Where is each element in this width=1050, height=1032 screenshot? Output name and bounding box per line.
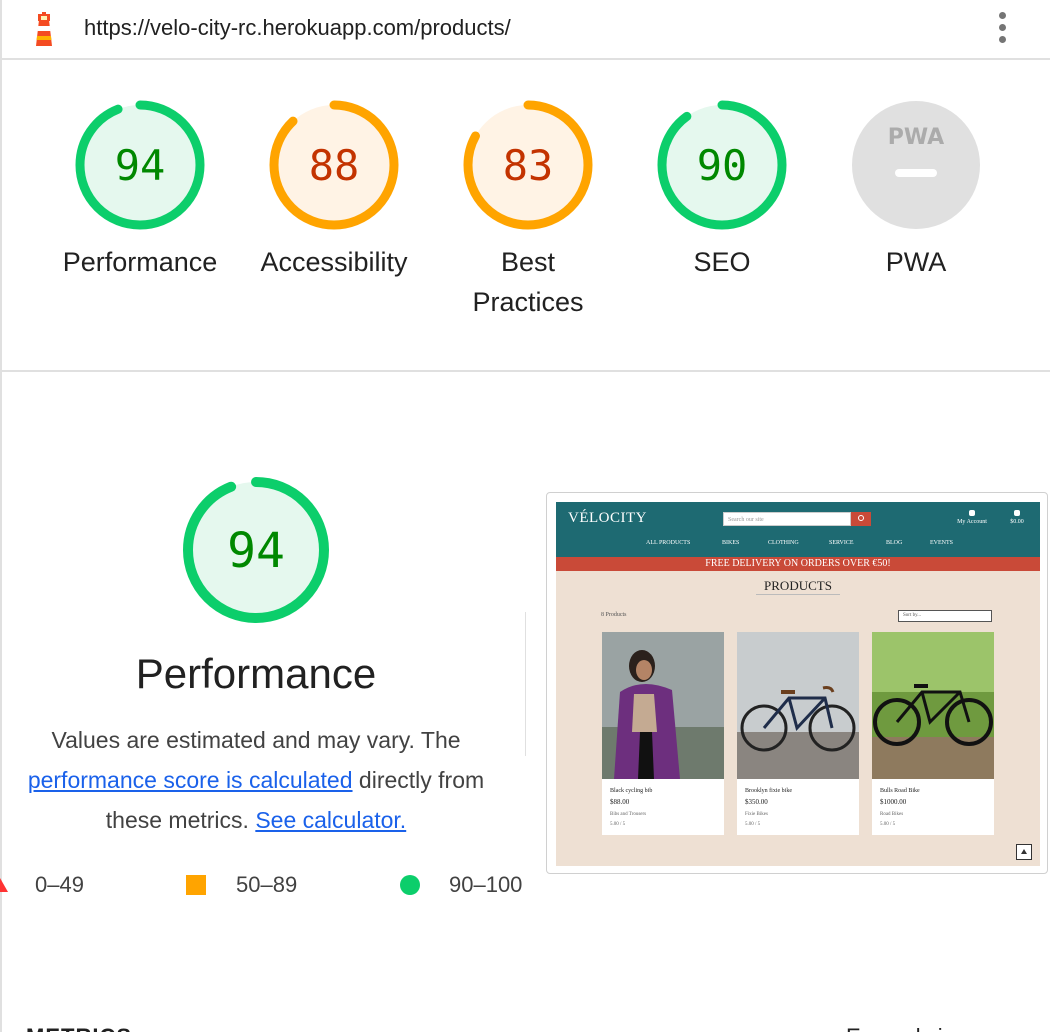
product-image <box>602 632 724 779</box>
gauge-label: SEO <box>693 247 751 277</box>
gauge-best-practices[interactable]: 83 Best Practices <box>431 100 625 322</box>
expand-view-toggle[interactable]: Expand view <box>846 1024 971 1032</box>
search-icon <box>851 512 871 526</box>
best-practices-gauge-ring: 83 <box>463 100 593 230</box>
pwa-badge-icon: PWA <box>852 101 980 229</box>
performance-section: 94 Performance Values are estimated and … <box>0 372 520 932</box>
gauge-score: 88 <box>309 141 360 190</box>
nav-item: CLOTHING <box>768 540 799 546</box>
user-icon <box>969 510 975 516</box>
metrics-header: METRICS Expand view <box>0 1018 1050 1032</box>
report-url: https://velo-city-rc.herokuapp.com/produ… <box>84 15 511 40</box>
title-rule <box>756 594 840 595</box>
product-count: 8 Products <box>601 612 627 618</box>
gauge-performance[interactable]: 94 Performance <box>43 100 237 282</box>
gauge-label: Best Practices <box>472 247 584 317</box>
product-category: Road Bikes <box>880 812 904 817</box>
product-image <box>737 632 859 779</box>
gauge-score: 94 <box>115 141 166 190</box>
more-options-icon[interactable] <box>990 12 1014 48</box>
product-rating: 5.00 / 5 <box>745 822 761 827</box>
nav-item: SERVICE <box>829 540 854 546</box>
see-calculator-link[interactable]: See calculator. <box>255 807 406 833</box>
gauge-score: 90 <box>697 141 748 190</box>
product-card: Brooklyn fixie bike $350.00 Fixie Bikes … <box>737 632 859 835</box>
gauge-seo[interactable]: 90 SEO <box>625 100 819 282</box>
site-logo: VÉLOCITY <box>568 510 647 526</box>
legend-range: 50–89 <box>236 872 298 897</box>
legend-pass: 90–100 <box>400 872 522 898</box>
site-nav: ALL PRODUCTS BIKES CLOTHING SERVICE BLOG… <box>556 540 1040 552</box>
screenshot-page: VÉLOCITY Search our site My Account $0.0… <box>556 502 1040 866</box>
performance-title: Performance <box>135 650 377 697</box>
gauge-label: PWA <box>885 247 947 277</box>
legend-average: 50–89 <box>186 872 297 898</box>
legend-range: 0–49 <box>35 872 84 897</box>
score-summary: 94 Performance 88 Accessibility 83 Best … <box>0 60 1050 372</box>
performance-description: Values are estimated and may vary. The p… <box>0 720 512 840</box>
gauge-accessibility[interactable]: 88 Accessibility <box>237 100 431 282</box>
triangle-icon <box>0 878 8 892</box>
product-price: $88.00 <box>610 798 630 806</box>
performance-score: 94 <box>227 523 285 579</box>
nav-item: EVENTS <box>930 540 953 546</box>
nav-item: BIKES <box>722 540 740 546</box>
sort-select: Sort by... <box>898 610 992 622</box>
product-name: Bulls Road Bike <box>880 788 920 794</box>
product-card: Black cycling bib $88.00 Bibs and Trouse… <box>602 632 724 835</box>
product-name: Black cycling bib <box>610 788 653 794</box>
product-rating: 5.00 / 5 <box>880 822 896 827</box>
nav-item: ALL PRODUCTS <box>646 540 691 546</box>
product-card: Bulls Road Bike $1000.00 Road Bikes 5.00… <box>872 632 994 835</box>
cart-link: $0.00 <box>1006 510 1028 525</box>
metrics-title: METRICS <box>26 1024 132 1032</box>
product-category: Bibs and Trousers <box>610 812 647 817</box>
product-image <box>872 632 994 779</box>
delivery-banner: FREE DELIVERY ON ORDERS OVER €50! <box>556 557 1040 571</box>
account-link: My Account <box>952 510 992 525</box>
site-search-input: Search our site <box>723 512 851 526</box>
performance-gauge-ring: 94 <box>75 100 205 230</box>
legend-range: 90–100 <box>449 872 523 897</box>
bag-icon <box>1014 510 1020 516</box>
pwa-badge-text: PWA <box>888 125 944 150</box>
gauge-pwa[interactable]: PWA PWA <box>819 100 1013 282</box>
products-title: PRODUCTS <box>764 578 832 593</box>
square-icon <box>186 875 206 895</box>
score-legend: 0–49 50–89 90–100 <box>0 872 540 904</box>
site-header: VÉLOCITY Search our site My Account $0.0… <box>556 502 1040 557</box>
divider <box>525 612 526 756</box>
product-name: Brooklyn fixie bike <box>745 788 792 794</box>
product-price: $350.00 <box>745 798 768 806</box>
report-header: https://velo-city-rc.herokuapp.com/produ… <box>0 0 1050 60</box>
nav-item: BLOG <box>886 540 903 546</box>
gauge-label: Performance <box>62 247 218 277</box>
final-screenshot[interactable]: VÉLOCITY Search our site My Account $0.0… <box>546 492 1048 874</box>
back-to-top-icon <box>1016 844 1032 860</box>
lighthouse-icon <box>36 12 52 46</box>
circle-icon <box>400 875 420 895</box>
score-calculated-link[interactable]: performance score is calculated <box>28 767 353 793</box>
desc-text: Values are estimated and may vary. The <box>51 727 461 753</box>
accessibility-gauge-ring: 88 <box>269 100 399 230</box>
legend-fail: 0–49 <box>0 872 84 898</box>
performance-large-gauge: 94 <box>183 477 329 623</box>
gauge-score: 83 <box>503 141 554 190</box>
product-category: Fixie Bikes <box>745 812 768 817</box>
gauge-label: Accessibility <box>260 247 408 277</box>
seo-gauge-ring: 90 <box>657 100 787 230</box>
product-price: $1000.00 <box>880 798 907 806</box>
product-rating: 5.00 / 5 <box>610 822 626 827</box>
